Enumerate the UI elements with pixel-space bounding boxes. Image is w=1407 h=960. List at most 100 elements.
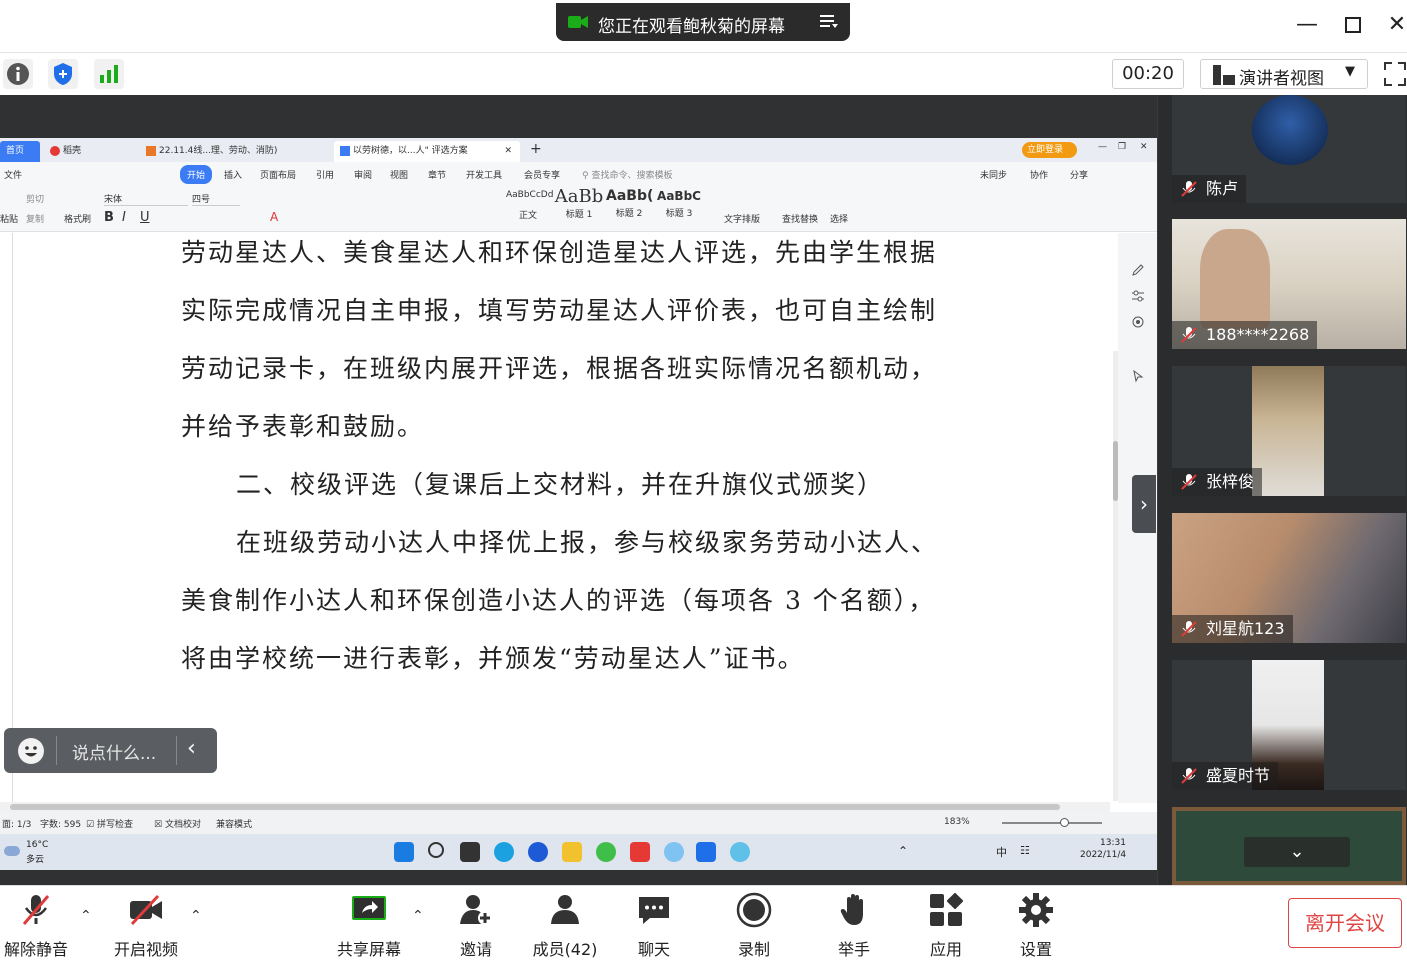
adjust-icon[interactable] [1131,289,1145,303]
pen-icon[interactable] [1131,263,1145,277]
minimize-button[interactable]: — [1294,12,1320,38]
record-button[interactable]: 录制 [730,892,778,959]
banner-menu-icon[interactable] [820,13,838,29]
share-doc-button[interactable]: 分享 [1070,168,1088,181]
wps-restore-icon[interactable]: ❐ [1118,142,1126,152]
members-button[interactable]: 成员(42) [530,892,600,959]
wps-tab-doc2-active[interactable]: 以劳树德，以...人" 评选方案 ✕ [334,141,520,162]
find-replace-button[interactable]: 查找替换 [782,212,818,225]
cut-button[interactable]: 剪切 [26,192,44,205]
chat-button[interactable]: 聊天 [630,892,678,959]
participant-tile[interactable]: ⌄ [1172,807,1406,885]
app-bird-icon[interactable] [664,842,684,862]
zoom-slider[interactable] [1002,818,1102,827]
copy-button[interactable]: 复制 [26,212,44,225]
wps-tab-home[interactable]: 首页 [0,141,40,162]
participant-tile[interactable]: 188****2268 [1172,219,1406,349]
style-normal[interactable]: AaBbCcDd 正文 [506,190,553,221]
app-u-icon[interactable] [528,842,548,862]
menu-references[interactable]: 引用 [316,168,334,181]
wps-close-icon[interactable]: ✕ [1140,142,1148,152]
zoom-slider-handle[interactable] [1060,818,1069,827]
file-explorer-icon[interactable] [562,842,582,862]
fullscreen-icon[interactable] [1383,61,1407,87]
underline-button[interactable]: U [140,210,150,225]
menu-review[interactable]: 审阅 [354,168,372,181]
style-heading2[interactable]: AaBb( 标题 2 [606,188,653,219]
participant-tile[interactable]: 张梓俊 [1172,366,1406,496]
menu-vip[interactable]: 会员专享 [524,168,560,181]
chevron-left-icon[interactable]: ‹ [187,736,196,761]
signal-button[interactable] [94,59,124,89]
invite-button[interactable]: 邀请 [452,892,500,959]
font-size-select[interactable]: 四号 [192,192,240,206]
chevron-up-icon[interactable]: ⌃ [898,844,908,858]
hscroll-thumb[interactable] [10,804,1060,810]
wps-search-box[interactable]: ⚲ 查找命令、搜索模板 [582,168,672,181]
ime-indicator[interactable]: 中 [996,844,1007,860]
share-screen-button[interactable]: 共享屏幕 [334,892,404,959]
format-painter-button[interactable]: 格式刷 [64,212,91,225]
style-heading3[interactable]: AaBbC 标题 3 [654,189,704,219]
audio-options-chevron-icon[interactable]: ⌃ [80,908,92,924]
spell-check-button[interactable]: ☑ 拼写检查 [86,817,133,830]
meeting-info-button[interactable] [3,59,33,89]
document-horizontal-scrollbar[interactable] [0,802,1110,812]
document-page[interactable]: 劳动星达人、美食星达人和环保创造星达人评选，先由学生根据 实际完成情况自主申报，… [12,233,1112,803]
wps-tab-docer[interactable]: 稻壳 [44,141,136,162]
menu-layout[interactable]: 页面布局 [260,168,296,181]
close-tab-icon[interactable]: ✕ [504,141,512,162]
participant-tile[interactable]: 陈卢 [1172,95,1406,203]
proofread-button[interactable]: ☒ 文档校对 [154,817,201,830]
font-select[interactable]: 宋体 [104,192,188,206]
select-button[interactable]: 选择 [830,212,848,225]
share-options-chevron-icon[interactable]: ⌃ [412,908,424,924]
close-button[interactable]: ✕ [1384,12,1407,38]
login-button[interactable]: 立即登录 [1022,142,1078,158]
scroll-down-button[interactable]: ⌄ [1244,837,1350,867]
menu-file[interactable]: 文件 [4,168,22,181]
app-feather-icon[interactable] [730,842,750,862]
edge-icon[interactable] [494,842,514,862]
raise-hand-button[interactable]: 举手 [830,892,878,959]
menu-home[interactable]: 开始 [180,165,213,184]
menu-chapter[interactable]: 章节 [428,168,446,181]
new-tab-icon[interactable]: + [530,141,542,157]
emoji-icon[interactable] [18,738,44,764]
start-video-button[interactable]: 开启视频 [110,892,182,959]
text-layout-button[interactable]: 文字排版 [724,212,760,225]
wps-taskbar-icon[interactable] [630,842,650,862]
chat-quick-input[interactable]: 说点什么... ‹ [4,728,217,773]
cursor-icon[interactable] [1131,369,1145,383]
taskbar-search-icon[interactable] [428,842,444,858]
maximize-button[interactable] [1340,12,1366,38]
wps-tab-doc1[interactable]: 22.11.4线...理、劳动、消防) [140,141,330,162]
leave-meeting-button[interactable]: 离开会议 [1288,898,1402,948]
italic-button[interactable]: I [122,210,126,225]
zoom-level[interactable]: 183% [944,817,970,827]
collapse-participants-handle[interactable]: › [1132,475,1156,533]
clock-time[interactable]: 13:31 [1100,838,1126,848]
bold-button[interactable]: B [104,210,114,225]
target-icon[interactable] [1131,315,1145,329]
sync-status[interactable]: 未同步 [980,168,1007,181]
menu-insert[interactable]: 插入 [224,168,242,181]
participant-tile[interactable]: 刘星航123 [1172,513,1406,643]
browser-green-icon[interactable] [596,842,616,862]
view-mode-dropdown[interactable]: 演讲者视图 ▼ [1200,59,1368,89]
wps-minimize-icon[interactable]: — [1098,142,1107,152]
unmute-button[interactable]: 解除静音 [2,892,70,959]
collab-button[interactable]: 协作 [1030,168,1048,181]
menu-view[interactable]: 视图 [390,168,408,181]
task-view-icon[interactable] [460,842,480,862]
clock-date[interactable]: 2022/11/4 [1080,850,1126,860]
settings-button[interactable]: 设置 [1012,892,1060,959]
apps-button[interactable]: 应用 [922,892,970,959]
participant-tile[interactable]: 盛夏时节 [1172,660,1406,790]
menu-developer[interactable]: 开发工具 [466,168,502,181]
meeting-taskbar-icon[interactable] [696,842,716,862]
paste-button[interactable]: 粘贴 [0,212,18,225]
security-button[interactable] [48,59,78,89]
font-color-button[interactable]: A [270,210,278,224]
style-heading1[interactable]: AaBb 标题 1 [554,186,604,220]
